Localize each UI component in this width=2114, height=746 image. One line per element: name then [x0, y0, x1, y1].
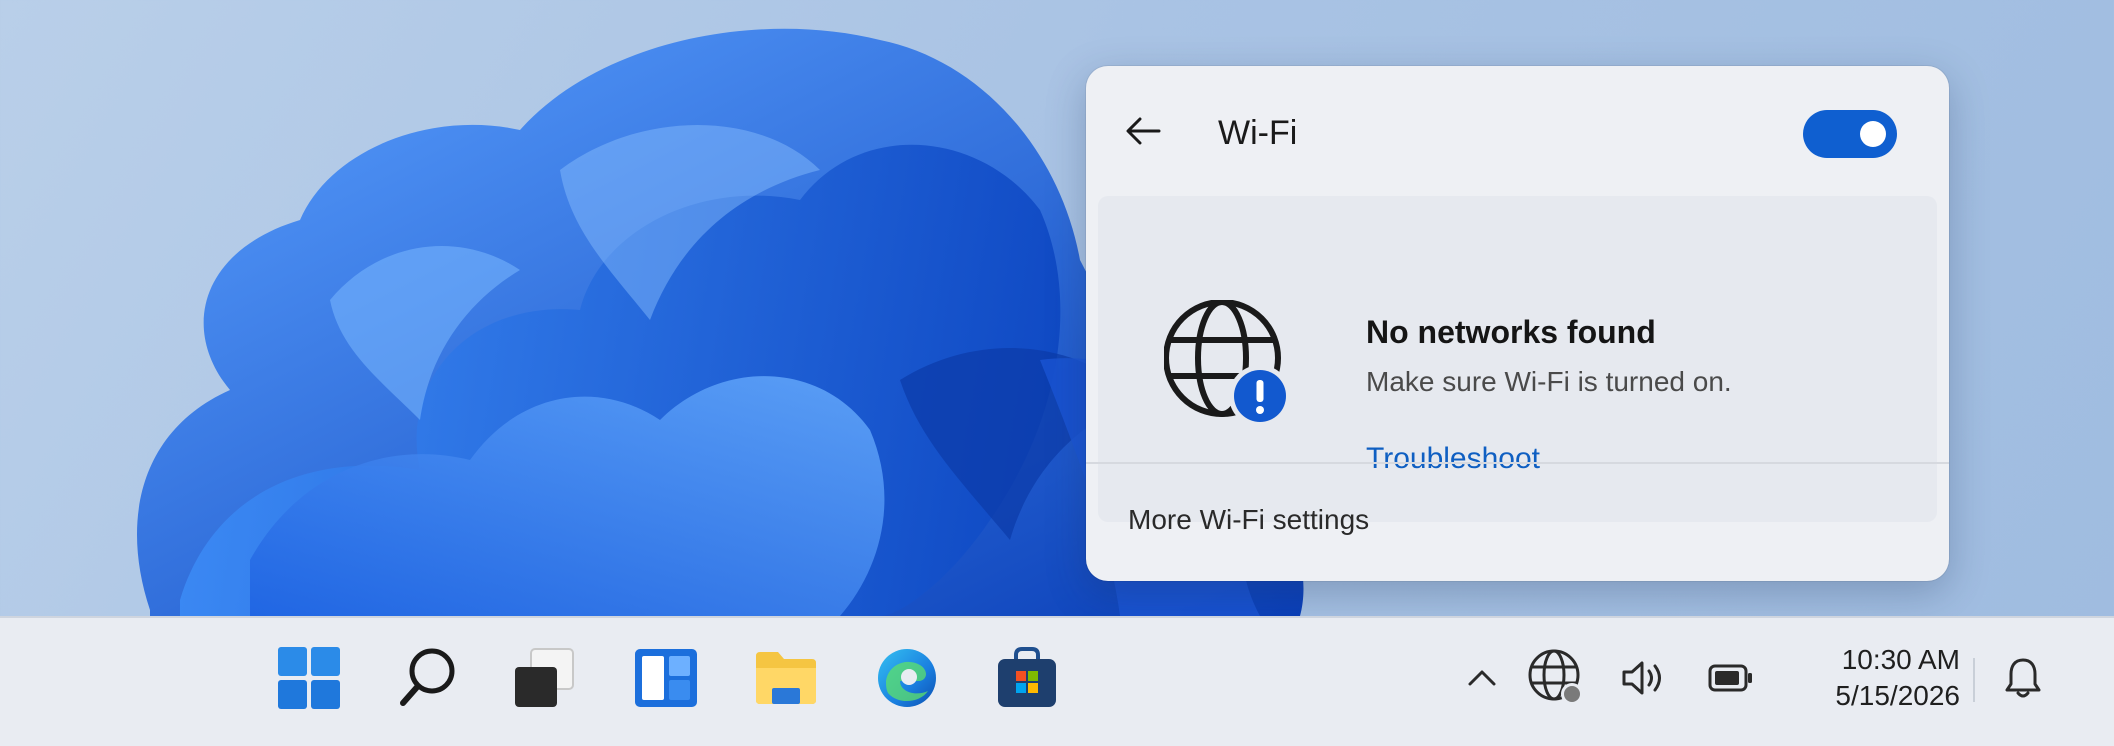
- battery-button[interactable]: [1706, 644, 1756, 716]
- show-hidden-icons-button[interactable]: [1462, 644, 1502, 716]
- widgets-button[interactable]: [630, 644, 702, 716]
- volume-icon: [1620, 658, 1668, 703]
- message-subtitle: Make sure Wi-Fi is turned on.: [1366, 366, 1732, 397]
- flyout-divider: [1086, 462, 1949, 464]
- edge-icon: [876, 647, 938, 714]
- clock-date: 5/15/2026: [1835, 680, 1960, 711]
- clock-button[interactable]: 10:30 AM 5/15/2026: [1790, 642, 1960, 714]
- back-button[interactable]: [1118, 108, 1168, 158]
- troubleshoot-link[interactable]: Troubleshoot: [1366, 442, 1540, 476]
- bell-icon: [2003, 656, 2043, 705]
- store-button[interactable]: [991, 644, 1063, 716]
- store-icon: [996, 646, 1058, 714]
- task-view-button[interactable]: [509, 644, 581, 716]
- flyout-title: Wi-Fi: [1218, 114, 1298, 152]
- volume-button[interactable]: [1618, 644, 1670, 716]
- message-title: No networks found: [1366, 314, 1656, 350]
- flyout-header: Wi-Fi: [1086, 66, 1949, 194]
- more-wifi-settings-link[interactable]: More Wi-Fi settings: [1128, 504, 1369, 536]
- start-button[interactable]: [273, 644, 345, 716]
- toggle-knob: [1860, 121, 1886, 147]
- start-icon: [278, 646, 340, 714]
- taskbar-separator: [1973, 658, 1975, 702]
- network-button[interactable]: [1526, 644, 1588, 716]
- no-networks-card: No networks found Make sure Wi-Fi is tur…: [1098, 196, 1937, 522]
- network-globe-icon: [1527, 649, 1587, 712]
- notifications-button[interactable]: [1998, 644, 2048, 716]
- task-view-icon: [513, 647, 577, 714]
- arrow-left-icon: [1125, 116, 1161, 151]
- taskbar: 10:30 AM 5/15/2026: [0, 616, 2114, 746]
- battery-icon: [1708, 664, 1754, 697]
- search-icon: [398, 647, 458, 714]
- wifi-toggle[interactable]: [1803, 110, 1897, 158]
- globe-warning-icon: [1163, 299, 1294, 435]
- wifi-flyout: Wi-Fi No networks found Make sure Wi-Fi …: [1086, 66, 1949, 581]
- chevron-up-icon: [1467, 669, 1497, 692]
- file-explorer-button[interactable]: [750, 644, 822, 716]
- edge-button[interactable]: [871, 644, 943, 716]
- search-button[interactable]: [392, 644, 464, 716]
- file-explorer-icon: [754, 650, 818, 711]
- widgets-icon: [635, 648, 697, 712]
- clock-time: 10:30 AM: [1841, 644, 1960, 675]
